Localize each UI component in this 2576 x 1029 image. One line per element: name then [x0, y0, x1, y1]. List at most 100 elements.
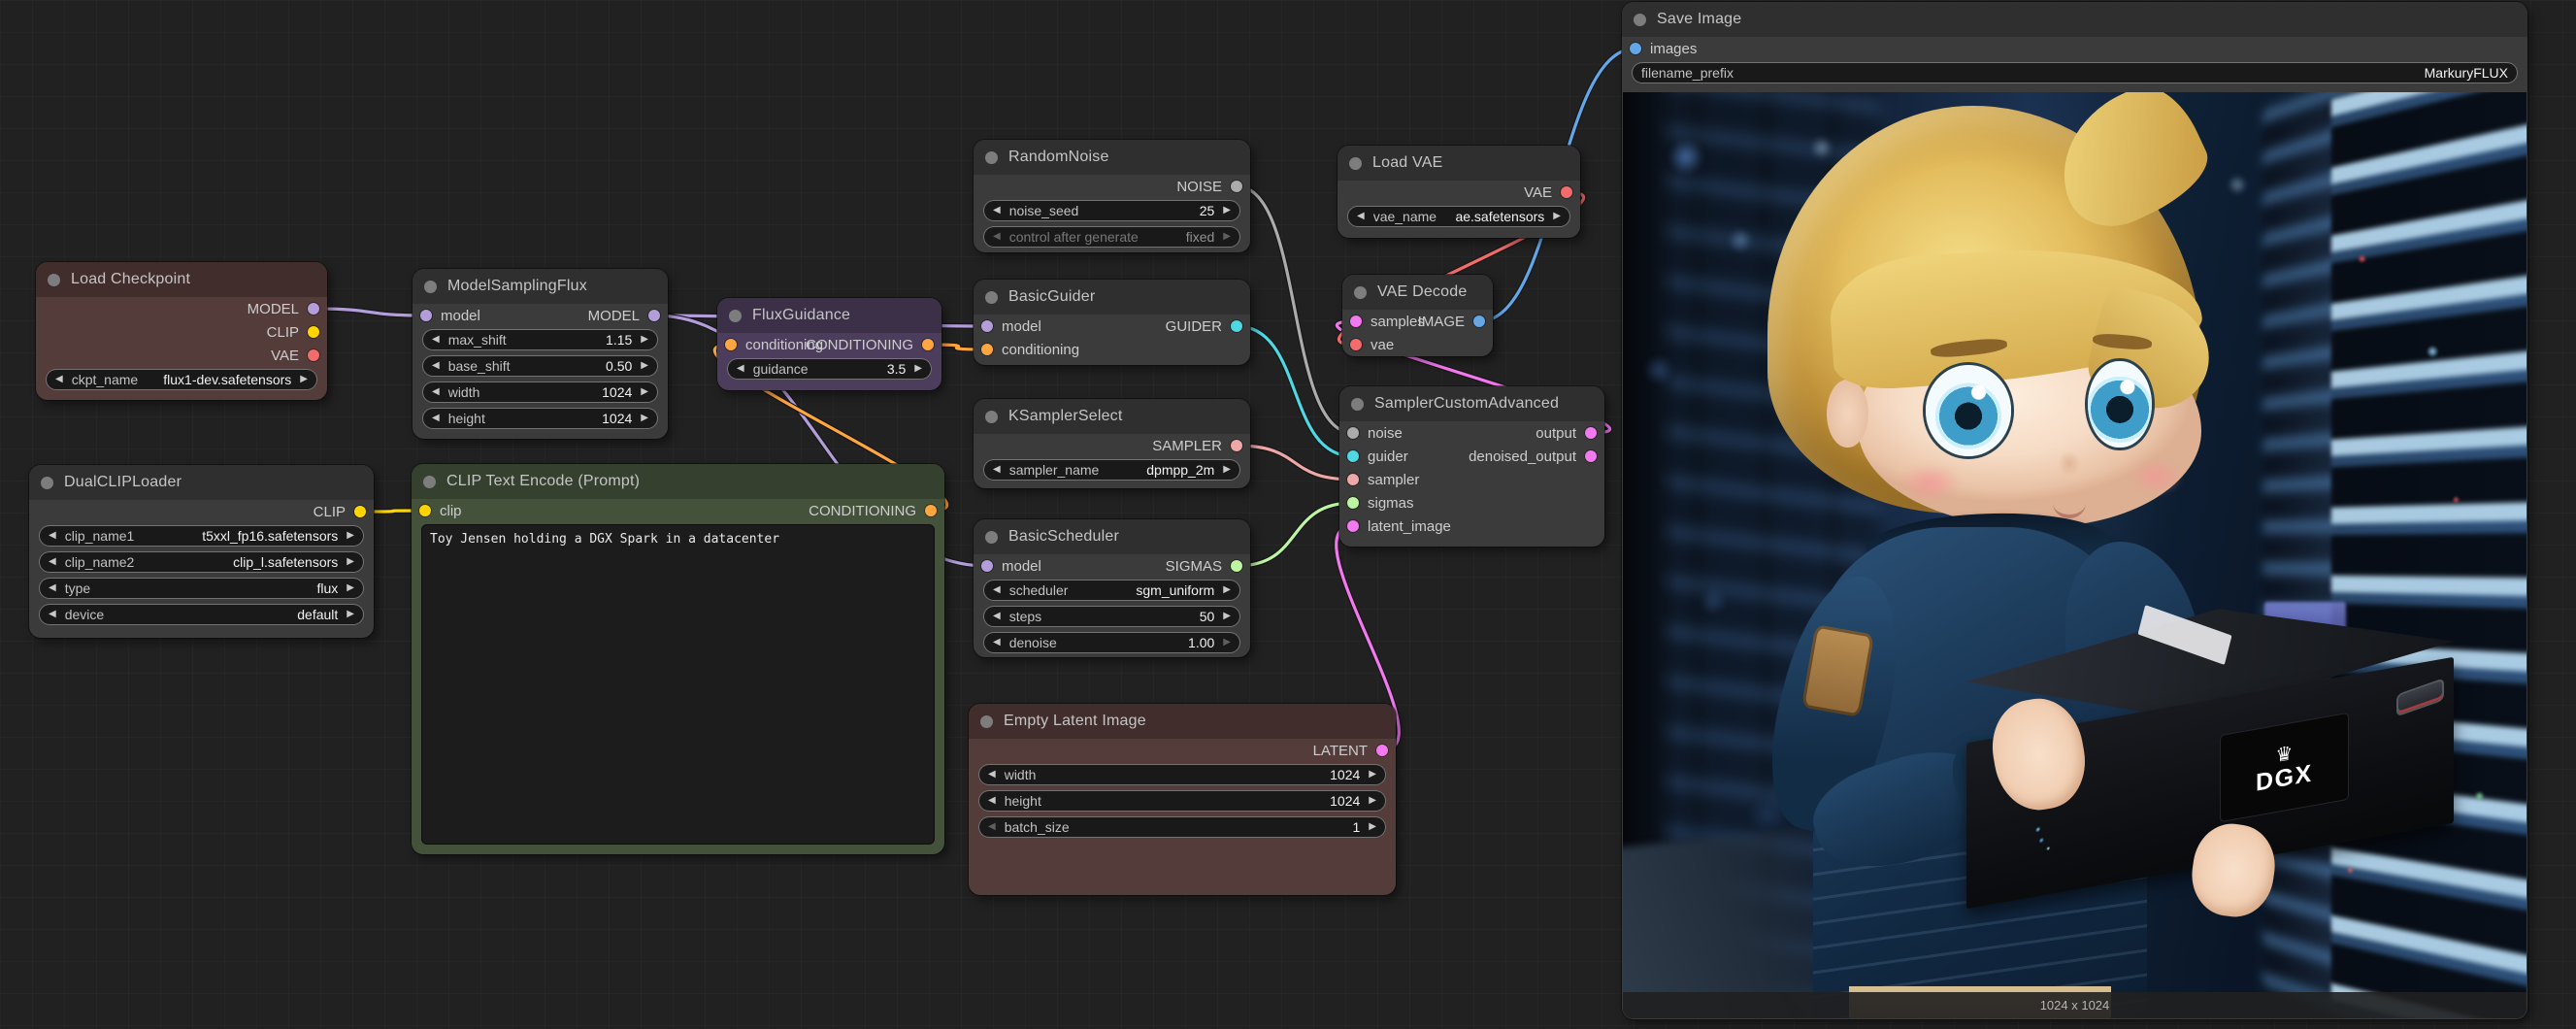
increment-arrow-icon[interactable]: ▶: [641, 335, 648, 345]
output-slot-dot-icon[interactable]: [1231, 181, 1242, 192]
node-header[interactable]: FluxGuidance: [717, 298, 941, 333]
increment-arrow-icon[interactable]: ▶: [1369, 822, 1376, 832]
node-vae-decode[interactable]: VAE DecodesamplesvaeIMAGE: [1342, 275, 1493, 356]
node-header[interactable]: SamplerCustomAdvanced: [1339, 386, 1604, 421]
decrement-arrow-icon[interactable]: ◀: [993, 612, 1001, 621]
increment-arrow-icon[interactable]: ▶: [1369, 770, 1376, 780]
node-basicscheduler[interactable]: BasicSchedulermodelSIGMAS◀schedulersgm_u…: [974, 519, 1250, 657]
node-header[interactable]: DualCLIPLoader: [29, 465, 374, 500]
increment-arrow-icon[interactable]: ▶: [1369, 796, 1376, 806]
increment-arrow-icon[interactable]: ▶: [641, 361, 648, 371]
output-slot-dot-icon[interactable]: [648, 310, 660, 321]
widget-height[interactable]: ◀height1024▶: [978, 790, 1386, 812]
node-ksamplerselect[interactable]: KSamplerSelectSAMPLER◀sampler_namedpmpp_…: [974, 399, 1250, 488]
node-modelsamplingflux[interactable]: ModelSamplingFluxmodelMODEL◀max_shift1.1…: [413, 269, 668, 439]
increment-arrow-icon[interactable]: ▶: [914, 364, 922, 374]
input-slot-dot-icon[interactable]: [419, 505, 431, 516]
decrement-arrow-icon[interactable]: ◀: [993, 206, 1001, 216]
output-slot-guider[interactable]: GUIDER: [1166, 315, 1242, 338]
widget-noise-seed[interactable]: ◀noise_seed25▶: [983, 200, 1240, 221]
collapse-dot-icon[interactable]: [1634, 14, 1646, 26]
node-header[interactable]: KSamplerSelect: [974, 399, 1250, 434]
input-slot-dot-icon[interactable]: [1347, 474, 1359, 485]
output-slot-clip[interactable]: CLIP: [314, 500, 366, 523]
output-slot-dot-icon[interactable]: [1585, 450, 1597, 462]
increment-arrow-icon[interactable]: ▶: [347, 610, 354, 619]
decrement-arrow-icon[interactable]: ◀: [432, 361, 440, 371]
node-clip-text-encode-prompt[interactable]: CLIP Text Encode (Prompt)clipCONDITIONIN…: [412, 464, 944, 854]
decrement-arrow-icon[interactable]: ◀: [993, 638, 1001, 647]
output-slot-sampler[interactable]: SAMPLER: [1152, 434, 1242, 457]
input-slot-dot-icon[interactable]: [1350, 339, 1362, 350]
input-slot-dot-icon[interactable]: [1350, 315, 1362, 327]
node-header[interactable]: Save Image: [1622, 2, 2527, 37]
output-slot-dot-icon[interactable]: [1473, 315, 1485, 327]
widget-base-shift[interactable]: ◀base_shift0.50▶: [422, 355, 658, 377]
increment-arrow-icon[interactable]: ▶: [1223, 612, 1231, 621]
widget-clip-name1[interactable]: ◀clip_name1t5xxl_fp16.safetensors▶: [39, 525, 364, 547]
decrement-arrow-icon[interactable]: ◀: [1357, 212, 1365, 221]
input-slot-dot-icon[interactable]: [1347, 450, 1359, 462]
output-slot-dot-icon[interactable]: [1561, 186, 1572, 198]
increment-arrow-icon[interactable]: ▶: [1223, 638, 1231, 647]
output-slot-denoised-output[interactable]: denoised_output: [1469, 445, 1597, 468]
input-slot-latent-image[interactable]: latent_image: [1347, 514, 1451, 538]
increment-arrow-icon[interactable]: ▶: [1223, 465, 1231, 475]
decrement-arrow-icon[interactable]: ◀: [737, 364, 744, 374]
input-slot-sampler[interactable]: sampler: [1347, 468, 1419, 491]
widget-sampler-name[interactable]: ◀sampler_namedpmpp_2m▶: [983, 459, 1240, 481]
widget-scheduler[interactable]: ◀schedulersgm_uniform▶: [983, 580, 1240, 601]
widget-filename-prefix[interactable]: filename_prefixMarkuryFLUX: [1632, 62, 2518, 83]
input-slot-dot-icon[interactable]: [981, 320, 993, 332]
widget-type[interactable]: ◀typeflux▶: [39, 578, 364, 599]
input-slot-dot-icon[interactable]: [981, 560, 993, 572]
decrement-arrow-icon[interactable]: ◀: [988, 822, 996, 832]
output-slot-output[interactable]: output: [1536, 421, 1597, 445]
input-slot-model[interactable]: model: [981, 315, 1041, 338]
increment-arrow-icon[interactable]: ▶: [1223, 585, 1231, 595]
collapse-dot-icon[interactable]: [729, 310, 742, 322]
widget-steps[interactable]: ◀steps50▶: [983, 606, 1240, 627]
input-slot-dot-icon[interactable]: [1347, 520, 1359, 532]
node-dualcliploader[interactable]: DualCLIPLoaderCLIP◀clip_name1t5xxl_fp16.…: [29, 465, 374, 638]
widget-clip-name2[interactable]: ◀clip_name2clip_l.safetensors▶: [39, 551, 364, 573]
node-samplercustomadvanced[interactable]: SamplerCustomAdvancednoiseguidersamplers…: [1339, 386, 1604, 547]
output-slot-image[interactable]: IMAGE: [1418, 310, 1485, 333]
widget-control-after-generate[interactable]: ◀control after generatefixed▶: [983, 226, 1240, 248]
decrement-arrow-icon[interactable]: ◀: [49, 531, 56, 541]
output-slot-dot-icon[interactable]: [925, 505, 937, 516]
collapse-dot-icon[interactable]: [1349, 157, 1362, 170]
widget-device[interactable]: ◀devicedefault▶: [39, 604, 364, 625]
collapse-dot-icon[interactable]: [985, 531, 998, 544]
widget-batch-size[interactable]: ◀batch_size1▶: [978, 816, 1386, 838]
increment-arrow-icon[interactable]: ▶: [1553, 212, 1561, 221]
increment-arrow-icon[interactable]: ▶: [1223, 232, 1231, 242]
collapse-dot-icon[interactable]: [985, 291, 998, 304]
node-load-vae[interactable]: Load VAEVAE◀vae_nameae.safetensors▶: [1338, 146, 1580, 238]
increment-arrow-icon[interactable]: ▶: [347, 583, 354, 593]
prompt-textarea[interactable]: Toy Jensen holding a DGX Spark in a data…: [421, 524, 935, 845]
input-slot-conditioning[interactable]: conditioning: [981, 338, 1079, 361]
increment-arrow-icon[interactable]: ▶: [641, 387, 648, 397]
node-load-checkpoint[interactable]: Load CheckpointMODELCLIPVAE◀ckpt_nameflu…: [36, 262, 327, 400]
node-header[interactable]: Load VAE: [1338, 146, 1580, 181]
increment-arrow-icon[interactable]: ▶: [1223, 206, 1231, 216]
input-slot-vae[interactable]: vae: [1350, 333, 1394, 356]
increment-arrow-icon[interactable]: ▶: [347, 557, 354, 567]
decrement-arrow-icon[interactable]: ◀: [432, 335, 440, 345]
input-slot-dot-icon[interactable]: [1630, 43, 1641, 54]
node-header[interactable]: CLIP Text Encode (Prompt): [412, 464, 944, 499]
collapse-dot-icon[interactable]: [1351, 398, 1364, 411]
decrement-arrow-icon[interactable]: ◀: [49, 557, 56, 567]
graph-canvas[interactable]: Load CheckpointMODELCLIPVAE◀ckpt_nameflu…: [0, 0, 2576, 1029]
input-slot-noise[interactable]: noise: [1347, 421, 1403, 445]
collapse-dot-icon[interactable]: [424, 281, 437, 293]
output-slot-dot-icon[interactable]: [308, 349, 319, 361]
collapse-dot-icon[interactable]: [985, 411, 998, 423]
collapse-dot-icon[interactable]: [1354, 286, 1367, 299]
output-slot-dot-icon[interactable]: [1376, 745, 1388, 756]
input-slot-images[interactable]: images: [1630, 37, 1697, 60]
input-slot-clip[interactable]: clip: [419, 499, 462, 522]
input-slot-model[interactable]: model: [420, 304, 480, 327]
decrement-arrow-icon[interactable]: ◀: [432, 414, 440, 423]
